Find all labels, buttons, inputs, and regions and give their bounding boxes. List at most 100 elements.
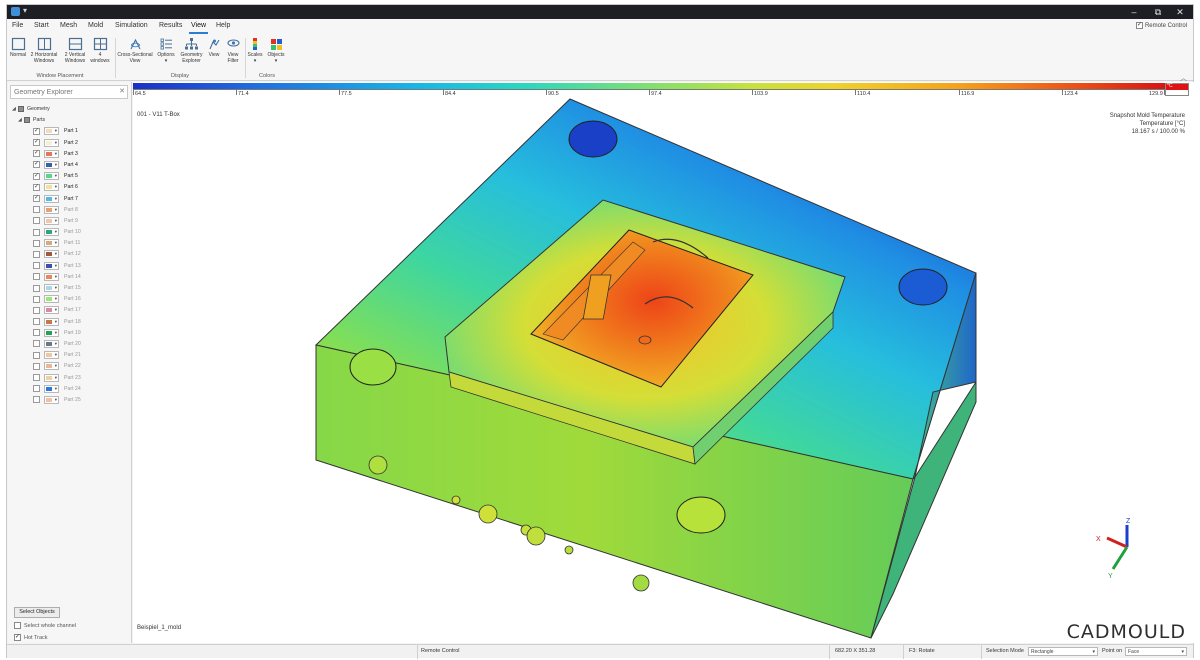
part-color-picker[interactable]: ▾ xyxy=(44,284,59,292)
part-visibility-checkbox[interactable] xyxy=(33,362,40,370)
tree-node-geometry[interactable]: ◢ Geometry xyxy=(12,104,130,115)
tree-item-part[interactable]: ▾ Part 24 xyxy=(12,384,130,395)
normal-window-button[interactable]: Normal xyxy=(7,37,29,58)
objects-button[interactable]: Objects ▾ xyxy=(265,37,287,64)
tree-item-part[interactable]: ▾ Part 13 xyxy=(12,261,130,272)
four-windows-button[interactable]: 4 windows xyxy=(89,37,111,64)
tree-item-part[interactable]: ▾ Part 21 xyxy=(12,350,130,361)
part-visibility-checkbox[interactable]: ✓ xyxy=(33,183,40,191)
view-filter-button[interactable]: View Filter xyxy=(223,37,243,64)
menu-start[interactable]: Start xyxy=(34,22,49,29)
part-visibility-checkbox[interactable] xyxy=(33,228,40,236)
part-visibility-checkbox[interactable] xyxy=(33,273,40,281)
tree-node-parts[interactable]: ◢ Parts xyxy=(12,115,130,126)
selection-mode-dropdown[interactable]: Rectangle ▾ xyxy=(1028,647,1098,656)
part-color-picker[interactable]: ▾ xyxy=(44,228,59,237)
tree-item-part[interactable]: ▾ Part 18 xyxy=(12,317,130,328)
part-visibility-checkbox[interactable] xyxy=(33,262,40,270)
part-visibility-checkbox[interactable] xyxy=(33,340,40,348)
part-visibility-checkbox[interactable] xyxy=(33,385,40,393)
hot-track-checkbox[interactable]: ✓ xyxy=(14,634,21,641)
tree-item-part[interactable]: ✓ ▾ Part 5 xyxy=(12,171,130,182)
part-visibility-checkbox[interactable] xyxy=(33,250,40,258)
tree-item-part[interactable]: ▾ Part 20 xyxy=(12,339,130,350)
menu-help[interactable]: Help xyxy=(216,22,230,29)
tree-item-part[interactable]: ▾ Part 14 xyxy=(12,272,130,283)
part-visibility-checkbox[interactable] xyxy=(33,217,40,225)
geometry-explorer-button[interactable]: Geometry Explorer xyxy=(178,37,205,64)
part-visibility-checkbox[interactable] xyxy=(33,239,40,247)
tree-item-part[interactable]: ✓ ▾ Part 3 xyxy=(12,149,130,160)
part-color-picker[interactable]: ▾ xyxy=(44,239,59,248)
tree-item-part[interactable]: ▾ Part 23 xyxy=(12,373,130,384)
hot-track-option[interactable]: ✓ Hot Track xyxy=(14,634,48,641)
part-visibility-checkbox[interactable] xyxy=(33,329,40,337)
tree-item-part[interactable]: ▾ Part 11 xyxy=(12,238,130,249)
select-objects-button[interactable]: Select Objects xyxy=(14,607,60,618)
part-visibility-checkbox[interactable]: ✓ xyxy=(33,172,40,180)
part-visibility-checkbox[interactable]: ✓ xyxy=(33,127,40,135)
part-visibility-checkbox[interactable] xyxy=(33,295,40,303)
tree-item-part[interactable]: ✓ ▾ Part 7 xyxy=(12,194,130,205)
part-visibility-checkbox[interactable]: ✓ xyxy=(33,195,40,202)
tree-item-part[interactable]: ✓ ▾ Part 2 xyxy=(12,138,130,149)
remote-control-checkbox[interactable]: ✓ xyxy=(1135,22,1143,29)
quick-access-dropdown-icon[interactable]: ▾ xyxy=(23,6,27,15)
two-vertical-windows-button[interactable]: 2 Vertical Windows xyxy=(60,37,90,64)
restore-button[interactable]: ⧉ xyxy=(1147,5,1169,19)
part-visibility-checkbox[interactable] xyxy=(33,374,40,381)
options-button[interactable]: Options ▾ xyxy=(155,37,177,64)
tree-item-part[interactable]: ✓ ▾ Part 4 xyxy=(12,160,130,171)
part-visibility-checkbox[interactable] xyxy=(33,351,40,359)
part-color-picker[interactable]: ▾ xyxy=(44,194,59,203)
part-color-picker[interactable]: ▾ xyxy=(44,205,59,214)
tree-item-part[interactable]: ▾ Part 22 xyxy=(12,361,130,372)
collapse-arrow-icon[interactable]: ◢ xyxy=(12,106,16,112)
tree-item-part[interactable]: ▾ Part 8 xyxy=(12,205,130,216)
part-visibility-checkbox[interactable] xyxy=(33,396,40,404)
view-button[interactable]: View xyxy=(205,37,223,58)
part-color-picker[interactable]: ▾ xyxy=(44,272,59,281)
geometry-explorer-search-input[interactable] xyxy=(10,85,128,99)
menu-view[interactable]: View xyxy=(188,22,209,34)
part-visibility-checkbox[interactable]: ✓ xyxy=(33,150,40,158)
part-color-picker[interactable]: ▾ xyxy=(44,216,59,225)
cross-sectional-view-button[interactable]: Cross-Sectional View xyxy=(116,37,154,64)
part-color-picker[interactable]: ▾ xyxy=(44,306,59,315)
menu-file[interactable]: File xyxy=(12,22,23,29)
tree-item-part[interactable]: ▾ Part 12 xyxy=(12,249,130,260)
part-color-picker[interactable]: ▾ xyxy=(44,261,59,270)
part-color-picker[interactable]: ▾ xyxy=(44,362,59,371)
part-visibility-checkbox[interactable] xyxy=(33,306,40,314)
3d-viewport[interactable]: °C 64.5 71.4 77.5 84.4 90.5 97.4 103.9 110.4 116… xyxy=(133,82,1194,643)
part-color-picker[interactable]: ▾ xyxy=(44,373,59,382)
two-horizontal-windows-button[interactable]: 2 Horizontal Windows xyxy=(29,37,59,64)
part-color-picker[interactable]: ▾ xyxy=(44,149,59,158)
close-icon[interactable]: ✕ xyxy=(119,87,125,95)
part-color-picker[interactable]: ▾ xyxy=(44,351,59,360)
tree-item-part[interactable]: ▾ Part 15 xyxy=(12,283,130,294)
menu-mold[interactable]: Mold xyxy=(88,22,103,29)
collapse-arrow-icon[interactable]: ◢ xyxy=(18,117,22,123)
remote-control-toggle[interactable]: ✓ Remote Control xyxy=(1135,22,1187,29)
part-color-picker[interactable]: ▾ xyxy=(44,339,59,348)
scales-button[interactable]: Scales ▾ xyxy=(246,37,264,64)
part-color-picker[interactable]: ▾ xyxy=(44,328,59,337)
tree-item-part[interactable]: ▾ Part 19 xyxy=(12,328,130,339)
part-color-picker[interactable]: ▾ xyxy=(44,138,59,147)
tree-item-part[interactable]: ▾ Part 17 xyxy=(12,305,130,316)
tree-item-part[interactable]: ✓ ▾ Part 6 xyxy=(12,182,130,193)
part-color-picker[interactable]: ▾ xyxy=(44,127,59,136)
part-visibility-checkbox[interactable] xyxy=(33,206,40,214)
part-visibility-checkbox[interactable]: ✓ xyxy=(33,139,40,147)
menu-results[interactable]: Results xyxy=(159,22,182,29)
part-color-picker[interactable]: ▾ xyxy=(44,183,59,192)
tree-item-part[interactable]: ✓ ▾ Part 1 xyxy=(12,126,130,137)
part-color-picker[interactable]: ▾ xyxy=(44,384,59,393)
part-color-picker[interactable]: ▾ xyxy=(44,395,59,404)
part-color-picker[interactable]: ▾ xyxy=(44,295,59,304)
menu-mesh[interactable]: Mesh xyxy=(60,22,77,29)
tree-item-part[interactable]: ▾ Part 9 xyxy=(12,216,130,227)
part-color-picker[interactable]: ▾ xyxy=(44,160,59,169)
part-visibility-checkbox[interactable] xyxy=(33,318,40,326)
